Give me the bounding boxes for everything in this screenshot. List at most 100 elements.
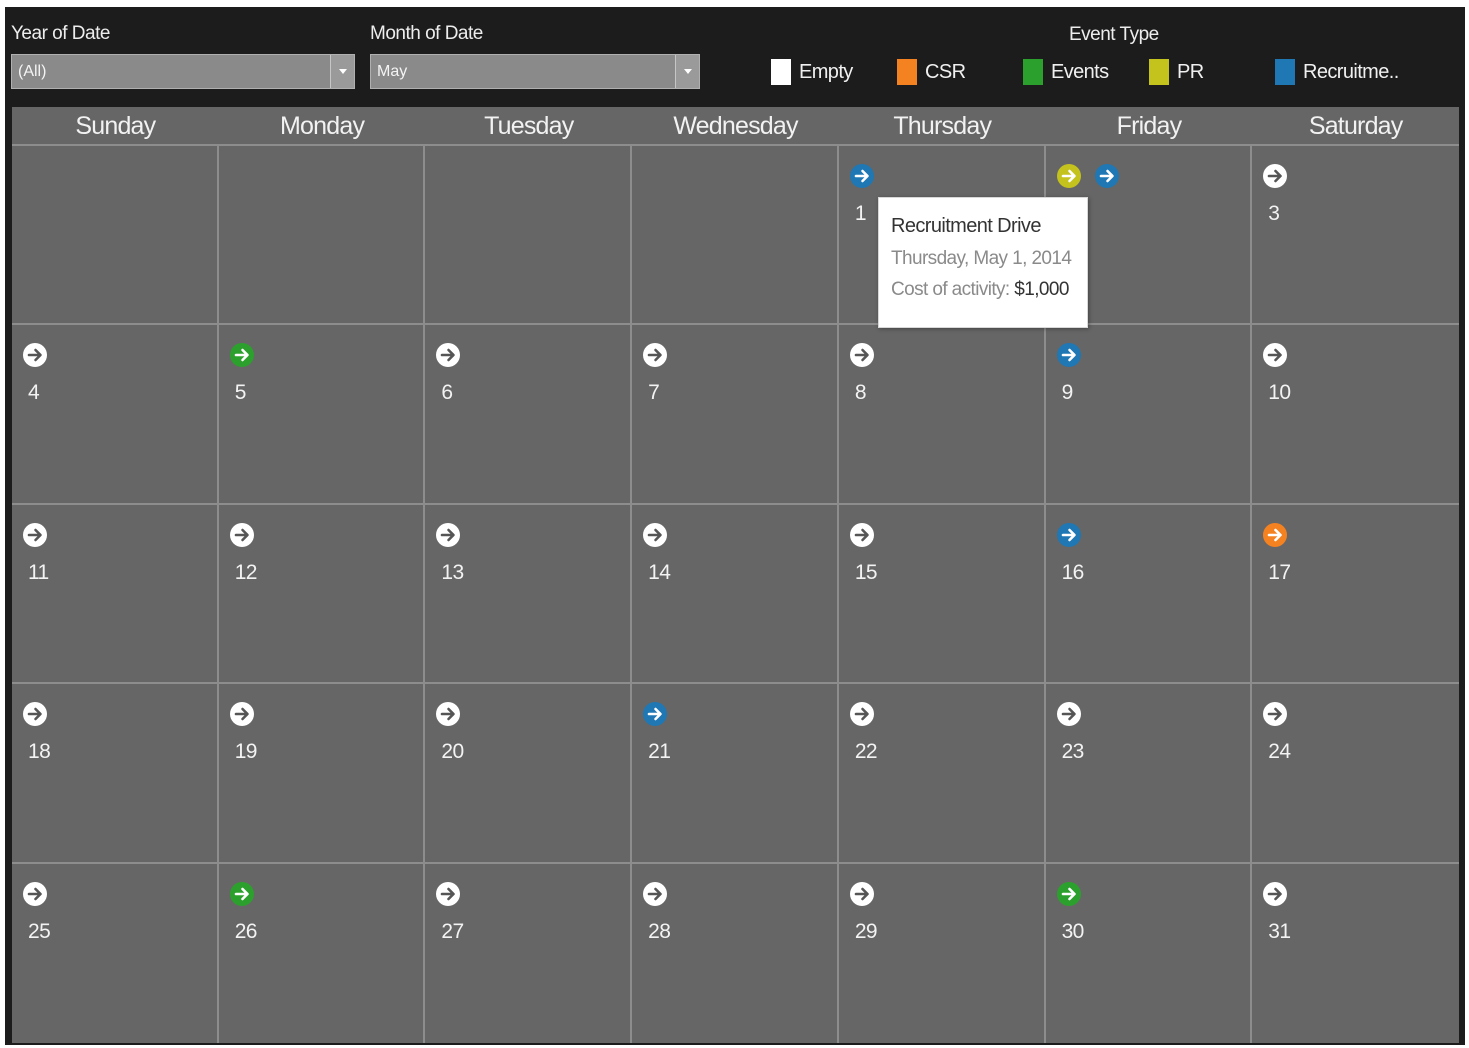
recruitment-event-icon[interactable]: [1056, 342, 1082, 368]
calendar-day-cell[interactable]: 19: [218, 684, 426, 864]
calendar-empty-cell: [12, 146, 219, 326]
calendar-day-cell[interactable]: 31: [1252, 864, 1459, 1043]
calendar-day-cell[interactable]: 7: [632, 325, 839, 505]
day-number: 24: [1268, 740, 1291, 764]
empty-event-icon[interactable]: [642, 522, 668, 548]
calendar-day-cell[interactable]: 3: [1252, 146, 1459, 326]
day-number: 3: [1268, 202, 1280, 225]
legend-item-pr[interactable]: PR: [1149, 58, 1204, 86]
recruitment-event-icon[interactable]: [1056, 522, 1082, 548]
empty-event-icon[interactable]: [435, 342, 461, 368]
day-number: 7: [648, 381, 660, 405]
year-filter: Year of Date (All): [11, 23, 355, 93]
day-number: 31: [1268, 919, 1291, 943]
calendar-day-cell[interactable]: 6: [425, 325, 633, 505]
empty-event-icon[interactable]: [849, 701, 875, 727]
recruitment-event-icon[interactable]: [1094, 163, 1120, 189]
calendar-day-cell[interactable]: 5: [218, 325, 426, 505]
empty-event-icon[interactable]: [22, 881, 48, 907]
calendar-day-cell[interactable]: 15: [838, 504, 1046, 685]
day-number: 21: [648, 740, 671, 764]
empty-event-icon[interactable]: [642, 881, 668, 907]
calendar-day-cell[interactable]: 25: [12, 863, 219, 1043]
day-number: 28: [648, 919, 671, 943]
day-number: 18: [28, 740, 51, 764]
empty-event-icon[interactable]: [229, 701, 255, 727]
legend-swatch: [771, 59, 791, 85]
weekday-saturday: Saturday: [1308, 112, 1403, 140]
calendar-day-cell[interactable]: 26: [219, 863, 426, 1043]
calendar-day-cell[interactable]: 18: [12, 684, 219, 864]
calendar-day-cell[interactable]: 29: [839, 863, 1046, 1043]
calendar-day-cell[interactable]: 28: [632, 863, 839, 1043]
chevron-down-icon[interactable]: [675, 55, 699, 88]
legend-title: Event Type: [1069, 24, 1159, 45]
calendar-day-cell[interactable]: 14: [632, 504, 839, 685]
year-select[interactable]: (All): [11, 54, 355, 89]
calendar-day-cell[interactable]: 12: [218, 504, 426, 685]
chevron-down-icon[interactable]: [330, 55, 354, 88]
empty-event-icon[interactable]: [849, 522, 875, 548]
empty-event-icon[interactable]: [1262, 701, 1288, 727]
day-number: 13: [441, 560, 464, 584]
csr-event-icon[interactable]: [1262, 522, 1288, 548]
recruitment-event-icon[interactable]: [849, 163, 875, 189]
calendar-day-cell[interactable]: 10: [1252, 325, 1459, 505]
legend-label: Empty: [799, 60, 853, 83]
events-event-icon[interactable]: [229, 342, 255, 368]
weekday-sunday: Sunday: [75, 112, 156, 140]
calendar-day-cell[interactable]: 21: [632, 684, 839, 864]
calendar-day-cell[interactable]: 30: [1046, 863, 1253, 1043]
month-filter-label: Month of Date: [370, 23, 483, 44]
legend-item-empty[interactable]: Empty: [771, 58, 853, 86]
recruitment-event-icon[interactable]: [642, 701, 668, 727]
empty-event-icon[interactable]: [22, 701, 48, 727]
calendar-day-cell[interactable]: 20: [425, 684, 633, 864]
empty-event-icon[interactable]: [435, 881, 461, 907]
calendar-day-cell[interactable]: 22: [838, 684, 1046, 864]
legend-item-csr[interactable]: CSR: [897, 58, 966, 86]
pr-event-icon[interactable]: [1056, 163, 1082, 189]
calendar-day-cell[interactable]: 13: [425, 504, 633, 685]
event-tooltip: Recruitment Drive Thursday, May 1, 2014 …: [878, 197, 1088, 328]
empty-event-icon[interactable]: [1262, 881, 1288, 907]
legend-item-events[interactable]: Events: [1023, 58, 1109, 86]
calendar-day-cell[interactable]: 4: [12, 325, 219, 505]
empty-event-icon[interactable]: [1056, 701, 1082, 727]
day-number: 15: [854, 560, 878, 584]
day-number: 23: [1061, 740, 1085, 764]
calendar-day-cell[interactable]: 8: [838, 325, 1046, 505]
month-select[interactable]: May: [370, 54, 700, 89]
calendar-day-cell[interactable]: 9: [1045, 325, 1253, 505]
calendar-day-cell[interactable]: 11: [12, 504, 219, 685]
calendar-day-cell[interactable]: 16: [1045, 504, 1253, 685]
empty-event-icon[interactable]: [1262, 163, 1288, 189]
tooltip-date: Thursday, May 1, 2014: [891, 248, 1072, 269]
calendar-day-cell[interactable]: 24: [1252, 684, 1459, 864]
empty-event-icon[interactable]: [22, 522, 48, 548]
empty-event-icon[interactable]: [1262, 342, 1288, 368]
empty-event-icon[interactable]: [435, 522, 461, 548]
tooltip-cost: Cost of activity: $1,000: [891, 279, 1087, 301]
day-number: 17: [1268, 560, 1291, 584]
weekday-wednesday: Wednesday: [673, 112, 798, 140]
calendar-day-cell[interactable]: 23: [1045, 684, 1253, 864]
empty-event-icon[interactable]: [229, 522, 255, 548]
empty-event-icon[interactable]: [22, 342, 48, 368]
month-select-value: May: [377, 63, 408, 80]
empty-event-icon[interactable]: [849, 342, 875, 368]
empty-event-icon[interactable]: [849, 881, 875, 907]
legend-swatch: [897, 59, 917, 85]
calendar-empty-cell: [425, 146, 633, 326]
empty-event-icon[interactable]: [435, 701, 461, 727]
calendar-day-cell[interactable]: 17: [1252, 505, 1459, 685]
calendar-day-cell[interactable]: 27: [425, 863, 633, 1043]
day-number: 19: [234, 740, 258, 764]
legend-label: Events: [1051, 60, 1109, 83]
events-event-icon[interactable]: [1056, 881, 1082, 907]
events-event-icon[interactable]: [229, 881, 255, 907]
day-number: 22: [854, 740, 878, 764]
day-number: 5: [234, 381, 247, 405]
legend-item-recruitment[interactable]: Recruitme..: [1275, 58, 1399, 86]
empty-event-icon[interactable]: [642, 342, 668, 368]
